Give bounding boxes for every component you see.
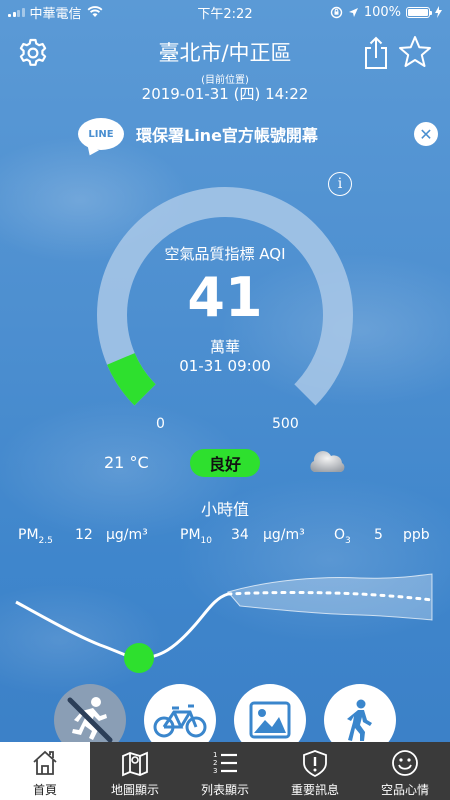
battery-percent: 100% [363,4,401,20]
tab-map[interactable]: 地圖顯示 [90,742,180,800]
cloud-icon [310,451,345,472]
tab-label: 首頁 [32,783,57,797]
pm10-value: 34 [231,527,249,543]
rotation-lock-icon [330,6,343,18]
o3-label: O3 [334,527,351,546]
temperature: 21 °C [104,453,149,472]
tab-mood[interactable]: 空品心情 [360,742,450,800]
alert-shield-icon [303,750,327,778]
line-logo: LINE [78,118,124,158]
carrier-name: 中華電信 [29,6,82,22]
header: 臺北市/中正區 (目前位置) 2019-01-31 (四) 14:22 [0,30,450,110]
station-name: 萬華 [209,338,240,356]
pollutant-values: PM2.5 12 μg/m³ PM10 34 μg/m³ O3 5 ppb [0,527,450,547]
svg-text:1: 1 [213,751,217,759]
walking-icon [347,699,372,741]
current-point [124,643,154,673]
history-line [15,592,229,660]
tab-alerts[interactable]: 重要訊息 [270,742,360,800]
tab-home[interactable]: 首頁 [0,742,90,800]
running-prohibited-icon [67,697,113,743]
pm25-label: PM2.5 [18,527,53,546]
close-icon: ✕ [419,124,433,144]
aqi-trend-chart [15,573,434,673]
battery-icon [406,6,432,18]
tab-label: 重要訊息 [290,783,339,797]
favorite-button[interactable] [398,35,432,69]
list-icon: 123 [213,751,237,775]
share-icon [365,36,387,69]
o3-value: 5 [374,527,383,543]
tab-label: 地圖顯示 [110,783,159,797]
aqi-label: 空氣品質指標 AQI [164,245,286,263]
smile-icon [392,750,418,776]
banner-text: 環保署Line官方帳號開幕 [136,126,318,145]
tab-list[interactable]: 123 列表顯示 [180,742,270,800]
scale-min-label: 0 [156,416,165,432]
air-quality-status-badge: 良好 [190,449,260,477]
scale-max-label: 500 [272,416,299,432]
wifi-icon [87,6,102,17]
share-button[interactable] [362,36,390,70]
announcement-banner[interactable]: LINE 環保署Line官方帳號開幕 [78,114,378,158]
pm10-unit: μg/m³ [263,527,305,543]
photo-icon [249,701,291,739]
current-datetime: 2019-01-31 (四) 14:22 [141,85,309,103]
svg-text:3: 3 [213,767,217,775]
pm25-value: 12 [75,527,93,543]
svg-text:2: 2 [213,759,217,767]
location-arrow-icon [348,7,358,17]
map-icon [122,751,148,777]
clock: 下午2:22 [197,6,253,22]
hourly-title: 小時值 [200,500,249,519]
o3-unit: ppb [403,527,430,543]
bicycle-icon [153,704,207,738]
tab-label: 空品心情 [380,783,429,797]
banner-close-button[interactable]: ✕ [414,122,438,146]
aqi-value: 41 [187,266,263,329]
observation-time: 01-31 09:00 [179,357,271,375]
tab-label: 列表顯示 [200,783,249,797]
home-icon [33,750,57,775]
pm25-unit: μg/m³ [106,527,148,543]
charging-icon [435,6,442,18]
status-bar: 中華電信 下午2:22 100% [0,0,450,24]
signal-icon [8,7,25,17]
star-icon [399,36,431,67]
tab-bar: 首頁 地圖顯示 123 列表顯示 重要訊息 空品心情 [0,742,450,800]
pm10-label: PM10 [180,527,212,546]
